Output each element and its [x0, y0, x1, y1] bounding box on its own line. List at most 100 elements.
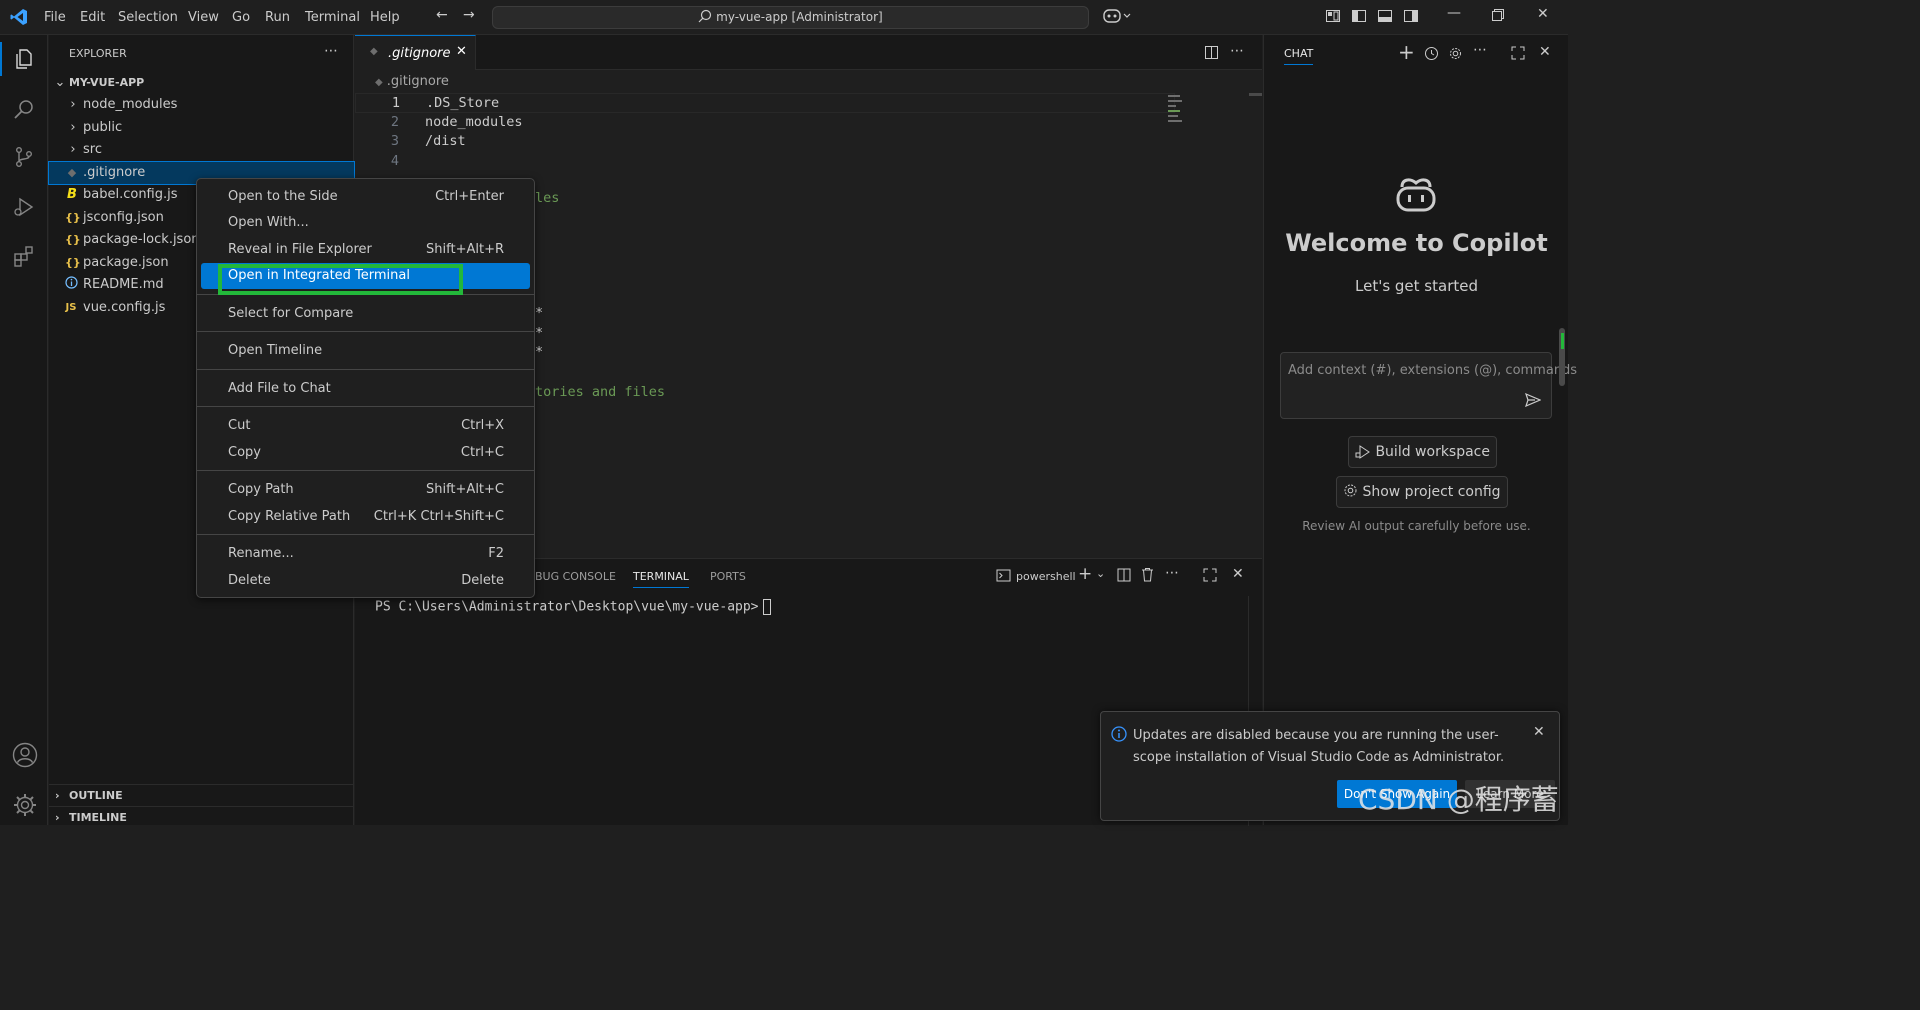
build-workspace-label: Build workspace: [1375, 444, 1490, 460]
chevron-right-icon: ›: [55, 789, 60, 802]
minimize-icon[interactable]: —: [1447, 5, 1461, 21]
settings-gear-icon[interactable]: [1448, 46, 1463, 65]
menu-item-add-to-chat[interactable]: Add File to Chat: [201, 376, 530, 402]
tree-item-src[interactable]: › src: [49, 139, 354, 161]
chat-input-placeholder: Add context (#), extensions (@), command…: [1288, 363, 1578, 378]
new-terminal-icon[interactable]: +: [1078, 564, 1092, 584]
chat-input[interactable]: Add context (#), extensions (@), command…: [1280, 352, 1577, 419]
trash-icon[interactable]: [1141, 567, 1154, 586]
terminal-cursor: [762, 599, 771, 615]
json-file-icon: {}: [65, 211, 81, 224]
back-arrow-icon[interactable]: ←: [436, 7, 448, 23]
toggle-secondary-sidebar-icon[interactable]: [1403, 8, 1419, 28]
forward-arrow-icon[interactable]: →: [463, 7, 475, 23]
tab-debug-console[interactable]: BUG CONSOLE: [535, 570, 616, 583]
code-fragment: *: [535, 344, 544, 360]
customize-layout-icon[interactable]: [1325, 8, 1341, 28]
tab-ports[interactable]: PORTS: [710, 570, 746, 583]
timeline-section[interactable]: › TIMELINE: [49, 806, 354, 828]
build-workspace-button[interactable]: Build workspace: [1348, 436, 1497, 468]
tab-gitignore[interactable]: ◆ .gitignore ✕: [355, 35, 476, 70]
terminal-output[interactable]: PS C:\Users\Administrator\Desktop\vue\my…: [375, 599, 771, 615]
menu-help[interactable]: Help: [370, 10, 400, 25]
show-project-config-button[interactable]: Show project config: [1336, 476, 1508, 508]
menu-item-copy-relative-path[interactable]: Copy Relative Path Ctrl+K Ctrl+Shift+C: [201, 504, 530, 530]
menu-item-select-compare[interactable]: Select for Compare: [201, 301, 530, 327]
menu-view[interactable]: View: [188, 10, 219, 25]
chevron-right-icon: ›: [70, 142, 76, 157]
editor-scrollbar[interactable]: [1249, 93, 1262, 96]
chevron-right-icon: ›: [70, 120, 76, 135]
tree-item-label: jsconfig.json: [83, 210, 164, 225]
minimap[interactable]: [1168, 93, 1196, 131]
menu-selection[interactable]: Selection: [118, 10, 178, 25]
info-icon: [1111, 726, 1127, 746]
tree-item-label: package-lock.json: [83, 232, 200, 247]
tree-item-label: src: [83, 142, 102, 157]
command-center[interactable]: my-vue-app [Administrator]: [492, 6, 1089, 29]
more-actions-icon[interactable]: ⋯: [1230, 43, 1244, 59]
close-chat-icon[interactable]: ✕: [1539, 44, 1551, 60]
source-control-icon[interactable]: [12, 145, 36, 169]
chevron-down-icon[interactable]: ⌄: [1096, 567, 1105, 580]
close-notification-icon[interactable]: ✕: [1533, 724, 1545, 740]
search-view-icon[interactable]: [12, 97, 36, 121]
show-project-config-label: Show project config: [1362, 484, 1501, 500]
menu-item-cut[interactable]: Cut Ctrl+X: [201, 413, 530, 439]
send-icon[interactable]: [1525, 392, 1542, 411]
outline-section[interactable]: › OUTLINE: [49, 784, 354, 806]
chat-panel: CHAT + ⋯ ✕ Welcome to Copilot Let's get …: [1263, 35, 1577, 825]
search-icon: [698, 9, 716, 24]
more-actions-icon[interactable]: ⋯: [1473, 42, 1487, 58]
menu-item-copy[interactable]: Copy Ctrl+C: [201, 440, 530, 466]
menu-item-rename[interactable]: Rename... F2: [201, 541, 530, 567]
maximize-icon[interactable]: [1490, 8, 1504, 26]
menu-edit[interactable]: Edit: [80, 10, 105, 25]
tab-terminal[interactable]: TERMINAL: [633, 570, 689, 588]
editor-tab-bar: ◆ .gitignore ✕ ⋯: [355, 35, 1262, 70]
menu-terminal[interactable]: Terminal: [305, 10, 360, 25]
more-actions-icon[interactable]: ⋯: [324, 43, 338, 59]
menu-item-copy-path[interactable]: Copy Path Shift+Alt+C: [201, 477, 530, 503]
close-panel-icon[interactable]: ✕: [1232, 566, 1244, 582]
chat-subtitle: Let's get started: [1355, 277, 1478, 295]
more-actions-icon[interactable]: ⋯: [1165, 565, 1179, 581]
terminal-shell-label[interactable]: powershell: [1016, 570, 1076, 583]
account-icon[interactable]: [12, 742, 38, 768]
json-file-icon: {}: [65, 233, 81, 246]
build-icon: [1355, 444, 1375, 460]
chat-tab[interactable]: CHAT: [1284, 47, 1314, 65]
menu-item-delete[interactable]: Delete Delete: [201, 568, 530, 594]
maximize-panel-icon[interactable]: [1203, 568, 1217, 586]
notification-message: Updates are disabled because you are run…: [1133, 728, 1505, 765]
toggle-panel-icon[interactable]: [1377, 8, 1393, 28]
tree-item-public[interactable]: › public: [49, 117, 354, 139]
menu-item-reveal-in-explorer[interactable]: Reveal in File Explorer Shift+Alt+R: [201, 237, 530, 263]
close-tab-icon[interactable]: ✕: [456, 44, 467, 59]
menu-file[interactable]: File: [44, 10, 66, 25]
toggle-primary-sidebar-icon[interactable]: [1351, 8, 1367, 28]
project-root[interactable]: ⌄ MY-VUE-APP: [49, 72, 354, 94]
close-window-icon[interactable]: ✕: [1537, 6, 1549, 22]
menu-go[interactable]: Go: [232, 10, 250, 25]
maximize-chat-icon[interactable]: [1511, 46, 1525, 64]
git-file-icon: ◆: [67, 166, 77, 179]
breadcrumb[interactable]: ◆ .gitignore: [375, 74, 449, 89]
split-editor-icon[interactable]: [1204, 45, 1219, 64]
breadcrumb-item: .gitignore: [386, 74, 449, 89]
extensions-icon[interactable]: [12, 244, 36, 268]
run-debug-icon[interactable]: [12, 195, 36, 219]
copilot-icon[interactable]: [1103, 7, 1133, 29]
history-icon[interactable]: [1424, 46, 1439, 65]
manage-gear-icon[interactable]: [12, 792, 36, 816]
split-terminal-icon[interactable]: [1117, 568, 1131, 586]
menu-item-open-with[interactable]: Open With...: [201, 210, 530, 236]
watermark: CSDN @程序蓄: [1358, 783, 1559, 816]
menu-item-open-timeline[interactable]: Open Timeline: [201, 338, 530, 364]
explorer-icon[interactable]: [12, 47, 36, 71]
menu-item-open-to-side[interactable]: Open to the Side Ctrl+Enter: [201, 184, 530, 210]
copilot-logo-icon: [1394, 175, 1438, 217]
new-chat-icon[interactable]: +: [1398, 40, 1415, 64]
tree-item-node-modules[interactable]: › node_modules: [49, 94, 354, 116]
menu-run[interactable]: Run: [265, 10, 290, 25]
